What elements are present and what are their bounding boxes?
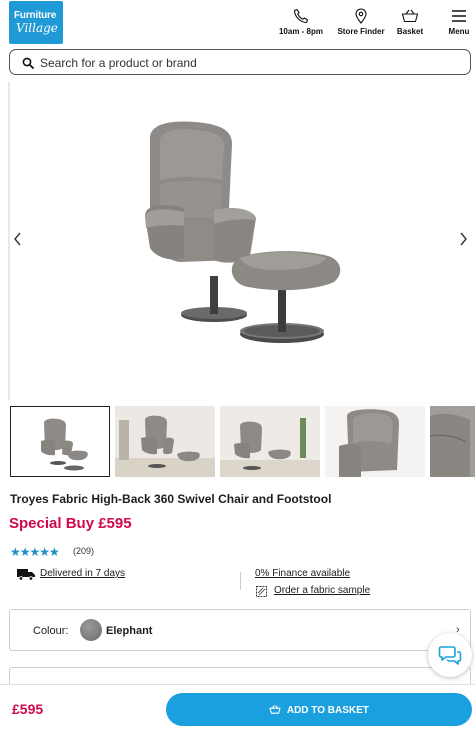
location-pin-icon	[355, 8, 367, 24]
thumbnail-1[interactable]	[10, 406, 110, 477]
store-finder-link[interactable]: Store Finder	[332, 8, 390, 36]
chevron-left-icon	[14, 232, 21, 246]
delivery-link[interactable]: Delivered in 7 days	[40, 568, 125, 579]
menu-button[interactable]: Menu	[444, 8, 474, 36]
colour-swatch	[80, 619, 102, 641]
furniture-village-logo[interactable]: Furniture Village	[9, 1, 63, 44]
phone-icon	[293, 8, 309, 24]
carousel-edge	[8, 82, 10, 400]
sticky-footer: £595 ADD TO BASKET	[0, 684, 475, 738]
basket-icon	[269, 704, 281, 714]
logo-text-line1: Furniture	[14, 10, 57, 21]
menu-label: Menu	[448, 27, 470, 36]
star-rating-icon: ★★★★★	[10, 545, 60, 559]
search-bar[interactable]	[9, 49, 471, 75]
thumbnail-3[interactable]	[220, 406, 320, 477]
basket-label: Basket	[396, 27, 424, 36]
add-to-basket-label: ADD TO BASKET	[286, 704, 369, 716]
thumbnail-2[interactable]	[115, 406, 215, 477]
thumbnail-4[interactable]	[325, 406, 425, 477]
thumbnail-image	[115, 406, 215, 477]
chevron-right-icon	[460, 232, 467, 246]
site-header: Furniture Village 10am - 8pm Store Finde…	[0, 0, 475, 46]
review-count[interactable]: (209)	[73, 546, 94, 556]
product-image	[145, 121, 341, 343]
colour-label: Colour:	[33, 625, 69, 637]
add-to-basket-button[interactable]: ADD TO BASKET	[166, 693, 472, 726]
delivery-truck-icon	[17, 569, 35, 581]
basket-icon	[401, 9, 419, 23]
thumbnail-strip	[10, 406, 475, 478]
store-finder-label: Store Finder	[337, 27, 385, 36]
thumbnail-image	[325, 406, 425, 477]
product-price: Special Buy £595	[9, 515, 132, 532]
info-divider	[240, 572, 241, 590]
fabric-sample-link[interactable]: Order a fabric sample	[274, 585, 370, 596]
search-input[interactable]	[40, 54, 460, 71]
thumbnail-image	[41, 418, 88, 471]
opening-hours-label: 10am - 8pm	[278, 27, 324, 36]
carousel-prev-button[interactable]	[11, 230, 25, 248]
menu-icon	[452, 10, 466, 22]
search-icon	[22, 57, 34, 69]
basket-link[interactable]: Basket	[390, 8, 430, 36]
colour-value: Elephant	[106, 625, 153, 637]
product-title: Troyes Fabric High-Back 360 Swivel Chair…	[10, 492, 332, 506]
colour-selector[interactable]: Colour: Elephant ›	[9, 609, 471, 651]
product-image-carousel[interactable]	[0, 80, 475, 402]
thumbnail-image	[220, 406, 320, 477]
carousel-next-button[interactable]	[456, 230, 470, 248]
finance-link[interactable]: 0% Finance available	[255, 568, 350, 579]
thumbnail-5[interactable]	[430, 406, 475, 477]
opening-hours-link[interactable]: 10am - 8pm	[272, 8, 330, 36]
chat-button[interactable]	[428, 633, 472, 677]
fabric-swatch-icon	[256, 586, 267, 597]
logo-text-line2: Village	[16, 21, 58, 35]
footer-price: £595	[12, 701, 44, 717]
thumbnail-image	[430, 406, 475, 477]
chat-bubbles-icon	[438, 646, 462, 665]
